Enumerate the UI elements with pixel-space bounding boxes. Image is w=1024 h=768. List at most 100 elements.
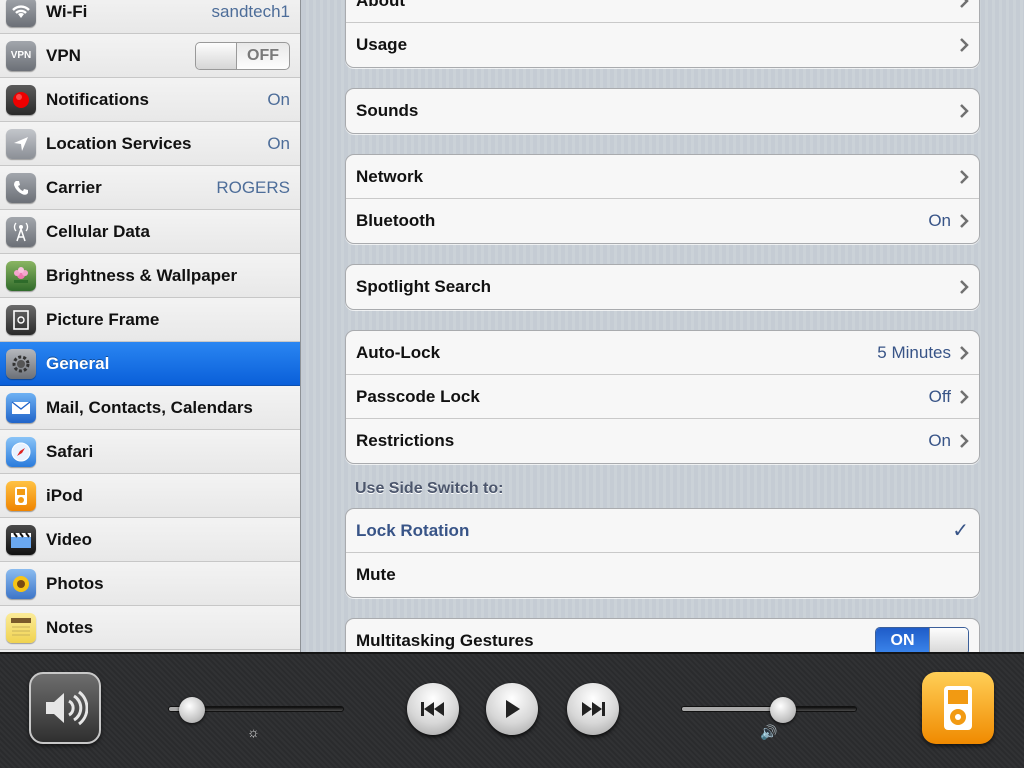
sidebar-item-ipod[interactable]: iPod: [0, 474, 300, 518]
lock-group: Auto-Lock 5 Minutes Passcode Lock Off Re…: [345, 330, 980, 464]
chevron-right-icon: [960, 104, 969, 118]
ipod-icon: [6, 480, 36, 511]
previous-track-button[interactable]: [407, 683, 459, 735]
spotlight-group: Spotlight Search: [345, 264, 980, 310]
row-label: Bluetooth: [356, 211, 436, 230]
sidebar-item-mail-contacts-calendars[interactable]: Mail, Contacts, Calendars: [0, 386, 300, 430]
row-label: Multitasking Gestures: [356, 631, 534, 650]
row-mute[interactable]: Mute: [346, 553, 979, 597]
sidebar-item-wifi[interactable]: Wi-Fi sandtech1: [0, 0, 300, 34]
settings-sidebar: Wi-Fi sandtech1 VPN VPN OFF Notification…: [0, 0, 301, 652]
notifications-icon: [6, 84, 36, 115]
wifi-icon: [6, 0, 36, 27]
row-bluetooth[interactable]: Bluetooth On: [346, 199, 979, 243]
volume-speaker-icon: 🔊: [760, 724, 778, 740]
row-label: Mute: [356, 565, 396, 584]
checkmark-icon: ✓: [952, 520, 969, 542]
row-label: Network: [356, 166, 424, 186]
sidebar-item-cellular-data[interactable]: Cellular Data: [0, 210, 300, 254]
chevron-right-icon: [960, 345, 969, 360]
row-label: Sounds: [356, 101, 419, 120]
sidebar-item-value: sandtech1: [211, 1, 290, 21]
sidebar-item-label: Notes: [46, 617, 94, 637]
volume-slider-knob[interactable]: [770, 697, 796, 723]
notepad-icon: [6, 612, 36, 643]
row-restrictions[interactable]: Restrictions On: [346, 419, 979, 463]
sidebar-item-label: Carrier: [46, 177, 102, 197]
row-auto-lock[interactable]: Auto-Lock 5 Minutes: [346, 331, 979, 375]
sidebar-item-general[interactable]: General: [0, 342, 300, 386]
side-switch-group: Lock Rotation ✓ Mute: [345, 508, 980, 598]
mail-icon: [6, 392, 36, 423]
sidebar-item-label: Video: [46, 529, 92, 549]
row-label: Spotlight Search: [356, 277, 492, 296]
row-label: Restrictions: [356, 431, 455, 450]
sidebar-item-notifications[interactable]: Notifications On: [0, 78, 300, 122]
row-about[interactable]: About: [346, 0, 979, 23]
vpn-icon-text: VPN: [10, 50, 32, 61]
play-icon: [506, 700, 520, 718]
sidebar-item-video[interactable]: Video: [0, 518, 300, 562]
row-multitasking-gestures[interactable]: Multitasking Gestures ON: [346, 619, 979, 652]
sidebar-item-carrier[interactable]: Carrier ROGERS: [0, 166, 300, 210]
row-usage[interactable]: Usage: [346, 23, 979, 67]
row-spotlight-search[interactable]: Spotlight Search: [346, 265, 979, 309]
side-switch-header: Use Side Switch to:: [355, 480, 504, 497]
flower-icon: [6, 260, 36, 291]
sidebar-item-label: Mail, Contacts, Calendars: [46, 397, 253, 417]
sidebar-item-label: General: [46, 353, 110, 373]
chevron-right-icon: [960, 280, 969, 294]
sunflower-icon: [6, 568, 36, 599]
volume-slider-fill: [682, 707, 783, 711]
sidebar-item-brightness-wallpaper[interactable]: Brightness & Wallpaper: [0, 254, 300, 298]
brightness-sun-icon: ☼: [247, 724, 260, 740]
chevron-right-icon: [960, 389, 969, 404]
sidebar-item-notes[interactable]: Notes: [0, 606, 300, 650]
row-lock-rotation[interactable]: Lock Rotation ✓: [346, 509, 979, 553]
chevron-right-icon: [960, 214, 969, 228]
row-value: On: [928, 431, 951, 450]
fast-forward-icon: [582, 702, 605, 716]
antenna-icon: [6, 216, 36, 247]
vpn-icon: VPN: [6, 40, 36, 71]
sidebar-item-label: Brightness & Wallpaper: [46, 265, 238, 285]
sidebar-item-safari[interactable]: Safari: [0, 430, 300, 474]
sidebar-item-picture-frame[interactable]: Picture Frame: [0, 298, 300, 342]
picture-frame-icon: [6, 304, 36, 335]
toggle-knob[interactable]: [929, 628, 968, 652]
ipod-app-button[interactable]: [922, 672, 994, 744]
next-track-button[interactable]: [567, 683, 619, 735]
multitasking-gestures-toggle[interactable]: ON: [875, 627, 969, 652]
location-arrow-icon: [6, 128, 36, 159]
row-network[interactable]: Network: [346, 155, 979, 199]
sidebar-item-vpn[interactable]: VPN VPN OFF: [0, 34, 300, 78]
sidebar-item-label: Cellular Data: [46, 221, 150, 241]
sidebar-item-value: ROGERS: [216, 177, 290, 197]
row-passcode-lock[interactable]: Passcode Lock Off: [346, 375, 979, 419]
sidebar-item-label: Safari: [46, 441, 94, 461]
sidebar-item-location-services[interactable]: Location Services On: [0, 122, 300, 166]
network-bluetooth-group: Network Bluetooth On: [345, 154, 980, 244]
row-label: Auto-Lock: [356, 342, 441, 362]
toggle-knob[interactable]: [196, 42, 237, 69]
vpn-toggle[interactable]: OFF: [195, 41, 290, 70]
play-button[interactable]: [486, 683, 538, 735]
volume-slider[interactable]: [681, 697, 857, 723]
sidebar-item-label: Notifications: [46, 89, 149, 109]
sidebar-item-value: On: [267, 89, 290, 109]
chevron-right-icon: [960, 38, 969, 52]
sidebar-item-label: Photos: [46, 573, 104, 593]
row-sounds[interactable]: Sounds: [346, 89, 979, 133]
phone-icon: [6, 172, 36, 203]
chevron-right-icon: [960, 434, 969, 448]
mute-toggle-button[interactable]: [29, 672, 101, 744]
sidebar-item-value: On: [267, 133, 290, 153]
multitasking-tray: ☼ 🔊: [0, 652, 1024, 768]
brightness-slider[interactable]: [168, 697, 344, 723]
chevron-right-icon: [960, 169, 969, 184]
row-value: Off: [928, 386, 951, 406]
brightness-slider-knob[interactable]: [179, 697, 205, 723]
compass-icon: [6, 436, 36, 467]
row-label: About: [356, 0, 406, 10]
sidebar-item-photos[interactable]: Photos: [0, 562, 300, 606]
